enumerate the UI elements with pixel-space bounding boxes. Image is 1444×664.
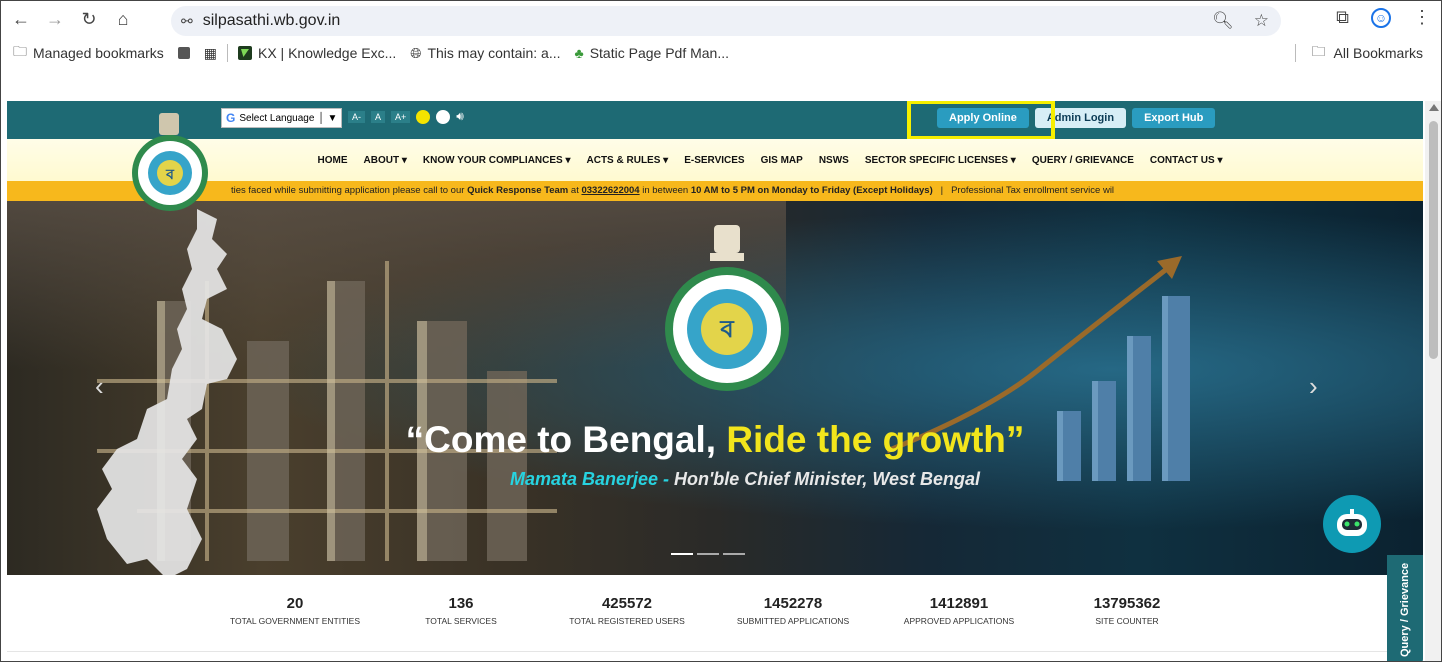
menu-home[interactable]: HOME <box>318 155 348 166</box>
extensions-icon[interactable]: ⧉ <box>1336 7 1349 28</box>
folder-icon: 🗀︎ <box>1311 43 1326 59</box>
menu-e-services[interactable]: E-SERVICES <box>684 155 744 166</box>
home-icon[interactable]: ⌂ <box>109 5 137 33</box>
profile-icon[interactable]: ☺ <box>1371 7 1391 28</box>
menu-icon[interactable]: ⋮ <box>1413 7 1431 28</box>
main-menu: HOME ABOUT ▾ KNOW YOUR COMPLIANCES ▾ ACT… <box>7 139 1423 181</box>
back-icon[interactable]: ← <box>7 5 35 33</box>
menu-sector-licenses[interactable]: SECTOR SPECIFIC LICENSES ▾ <box>865 155 1016 166</box>
zoom-icon[interactable]: 🔍︎ <box>1212 11 1234 31</box>
svg-text:ব: ব <box>165 167 175 183</box>
carousel-indicator[interactable] <box>723 553 745 555</box>
export-hub-button[interactable]: Export Hub <box>1132 108 1216 128</box>
west-bengal-map-icon <box>97 209 237 575</box>
language-select[interactable]: G Select Language │ ▼ <box>221 108 343 128</box>
web-page: G Select Language │ ▼ A- A A+ 🔊︎ Apply O… <box>7 101 1423 661</box>
leaf-icon: ♣ <box>574 45 584 61</box>
hero-headline: “Come to Bengal, Ride the growth” <box>405 419 1025 460</box>
reload-icon[interactable]: ↻ <box>75 5 103 33</box>
scroll-up-icon[interactable] <box>1429 104 1439 111</box>
browser-toolbar: ← → ↻ ⌂ ⚯ silpasathi.wb.gov.in 🔍︎ ☆ ⧉ ☺ … <box>1 1 1441 67</box>
page-scrollbar[interactable] <box>1425 101 1441 661</box>
carousel-indicators <box>671 553 745 555</box>
carousel-prev-icon[interactable]: ‹ <box>95 371 104 402</box>
menu-acts-rules[interactable]: ACTS & RULES ▾ <box>587 155 669 166</box>
bookmark-managed[interactable]: 🗀︎ Managed bookmarks <box>13 41 164 65</box>
carousel-indicator[interactable] <box>697 553 719 555</box>
stat-total-services: 136 TOTAL SERVICES <box>425 595 497 626</box>
bookmarks-bar: 🗀︎ Managed bookmarks ▦ KX | Knowledge Ex… <box>1 39 1441 67</box>
menu-gis-map[interactable]: GIS MAP <box>761 155 803 166</box>
bookmark-kx[interactable]: KX | Knowledge Exc... <box>237 45 396 61</box>
carousel-next-icon[interactable]: › <box>1309 371 1318 402</box>
folder-icon: 🗀︎ <box>13 43 27 59</box>
menu-nsws[interactable]: NSWS <box>819 155 849 166</box>
address-row: ← → ↻ ⌂ ⚯ silpasathi.wb.gov.in 🔍︎ ☆ ⧉ ☺ … <box>1 1 1441 37</box>
query-grievance-tab[interactable]: Query / Grievance <box>1387 555 1423 661</box>
google-icon: G <box>226 111 236 125</box>
bookmark-this-may-contain[interactable]: 🌐︎ This may contain: a... <box>410 45 560 62</box>
stat-site-counter: 13795362 SITE COUNTER <box>1093 595 1161 626</box>
accessibility-controls: A- A A+ 🔊︎ <box>348 109 464 124</box>
divider <box>7 651 1423 652</box>
stat-approved-applications: 1412891 APPROVED APPLICATIONS <box>903 595 1015 626</box>
top-utility-bar: G Select Language │ ▼ A- A A+ 🔊︎ Apply O… <box>7 101 1423 140</box>
browser-window: ← → ↻ ⌂ ⚯ silpasathi.wb.gov.in 🔍︎ ☆ ⧉ ☺ … <box>0 0 1442 662</box>
globe-icon: 🌐︎ <box>410 44 422 61</box>
chatbot-icon[interactable] <box>1323 495 1381 553</box>
header-logo-emblem[interactable]: ব <box>121 111 219 211</box>
font-normal-button[interactable]: A <box>371 110 386 123</box>
bookmark-separator <box>226 44 228 62</box>
menu-query-grievance[interactable]: QUERY / GRIEVANCE <box>1032 155 1134 166</box>
menu-contact-us[interactable]: CONTACT US ▾ <box>1150 155 1223 166</box>
svg-text:ব: ব <box>719 315 735 343</box>
speaker-icon[interactable]: 🔊︎ <box>456 109 464 124</box>
stats-section: 20 TOTAL GOVERNMENT ENTITIES 136 TOTAL S… <box>7 575 1423 661</box>
hero-banner: ব ‹ › “Come to Bengal, Ride the growth” … <box>7 201 1423 575</box>
stat-government-entities: 20 TOTAL GOVERNMENT ENTITIES <box>229 595 361 626</box>
west-bengal-emblem: ব <box>665 225 789 391</box>
all-bookmarks[interactable]: 🗀︎ All Bookmarks <box>1294 41 1423 65</box>
url-text[interactable]: silpasathi.wb.gov.in <box>203 12 341 30</box>
chevron-down-icon: │ ▼ <box>318 112 338 124</box>
bookmark-square-icon[interactable] <box>177 47 190 59</box>
forward-icon[interactable]: → <box>41 5 69 33</box>
font-decrease-button[interactable]: A- <box>348 110 365 123</box>
menu-know-your-compliances[interactable]: KNOW YOUR COMPLIANCES ▾ <box>423 155 571 166</box>
hero-subline: Mamata Banerjee - Hon'ble Chief Minister… <box>509 469 981 489</box>
star-icon[interactable]: ☆ <box>1254 11 1269 31</box>
helpline-phone[interactable]: 03322622004 <box>581 185 639 196</box>
contrast-yellow-button[interactable] <box>416 109 431 124</box>
site-info-icon[interactable]: ⚯ <box>181 13 193 30</box>
stat-registered-users: 425572 TOTAL REGISTERED USERS <box>569 595 685 626</box>
menu-about[interactable]: ABOUT ▾ <box>364 155 407 166</box>
stat-submitted-applications: 1452278 SUBMITTED APPLICATIONS <box>736 595 850 626</box>
bookmark-static-page[interactable]: ♣ Static Page Pdf Man... <box>575 45 729 61</box>
kx-icon <box>237 46 252 60</box>
highlight-box <box>907 101 1055 140</box>
font-increase-button[interactable]: A+ <box>391 110 411 123</box>
apps-grid-icon[interactable]: ▦ <box>204 45 217 62</box>
address-bar[interactable]: ⚯ silpasathi.wb.gov.in 🔍︎ ☆ <box>171 6 1281 36</box>
contrast-white-button[interactable] <box>436 109 451 124</box>
scrollbar-thumb[interactable] <box>1429 121 1438 359</box>
carousel-indicator[interactable] <box>671 553 693 555</box>
news-ticker: ties faced while submitting application … <box>7 181 1423 201</box>
